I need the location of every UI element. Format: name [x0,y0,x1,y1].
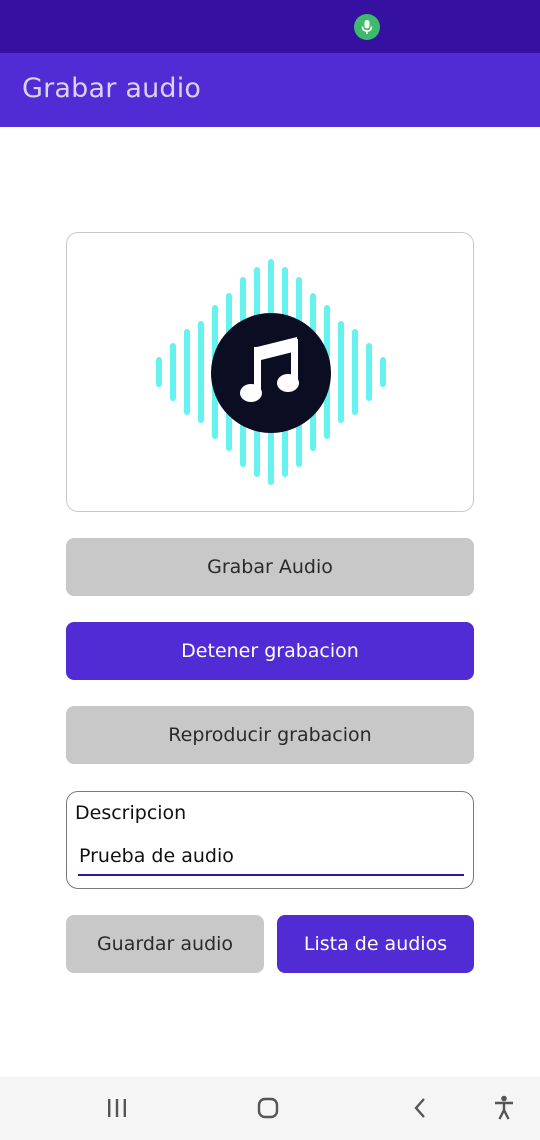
recent-apps-icon[interactable] [97,1091,137,1125]
accessibility-icon[interactable] [484,1091,524,1125]
microphone-icon [354,14,380,40]
save-audio-button[interactable]: Guardar audio [66,915,264,973]
page-title: Grabar audio [22,73,202,104]
description-label: Descripcion [75,802,187,824]
audio-list-button[interactable]: Lista de audios [277,915,474,973]
back-icon[interactable] [400,1091,440,1125]
record-audio-button[interactable]: Grabar Audio [66,538,474,596]
status-bar [0,0,540,53]
app-bar: Grabar audio [0,53,540,127]
description-field: Descripcion [66,791,474,889]
navigation-bar [0,1077,540,1140]
audio-image [66,232,474,512]
sound-wave-graphic [156,259,386,485]
home-icon[interactable] [248,1091,288,1125]
play-recording-button[interactable]: Reproducir grabacion [66,706,474,764]
description-input[interactable] [78,842,464,876]
stop-recording-button[interactable]: Detener grabacion [66,622,474,680]
